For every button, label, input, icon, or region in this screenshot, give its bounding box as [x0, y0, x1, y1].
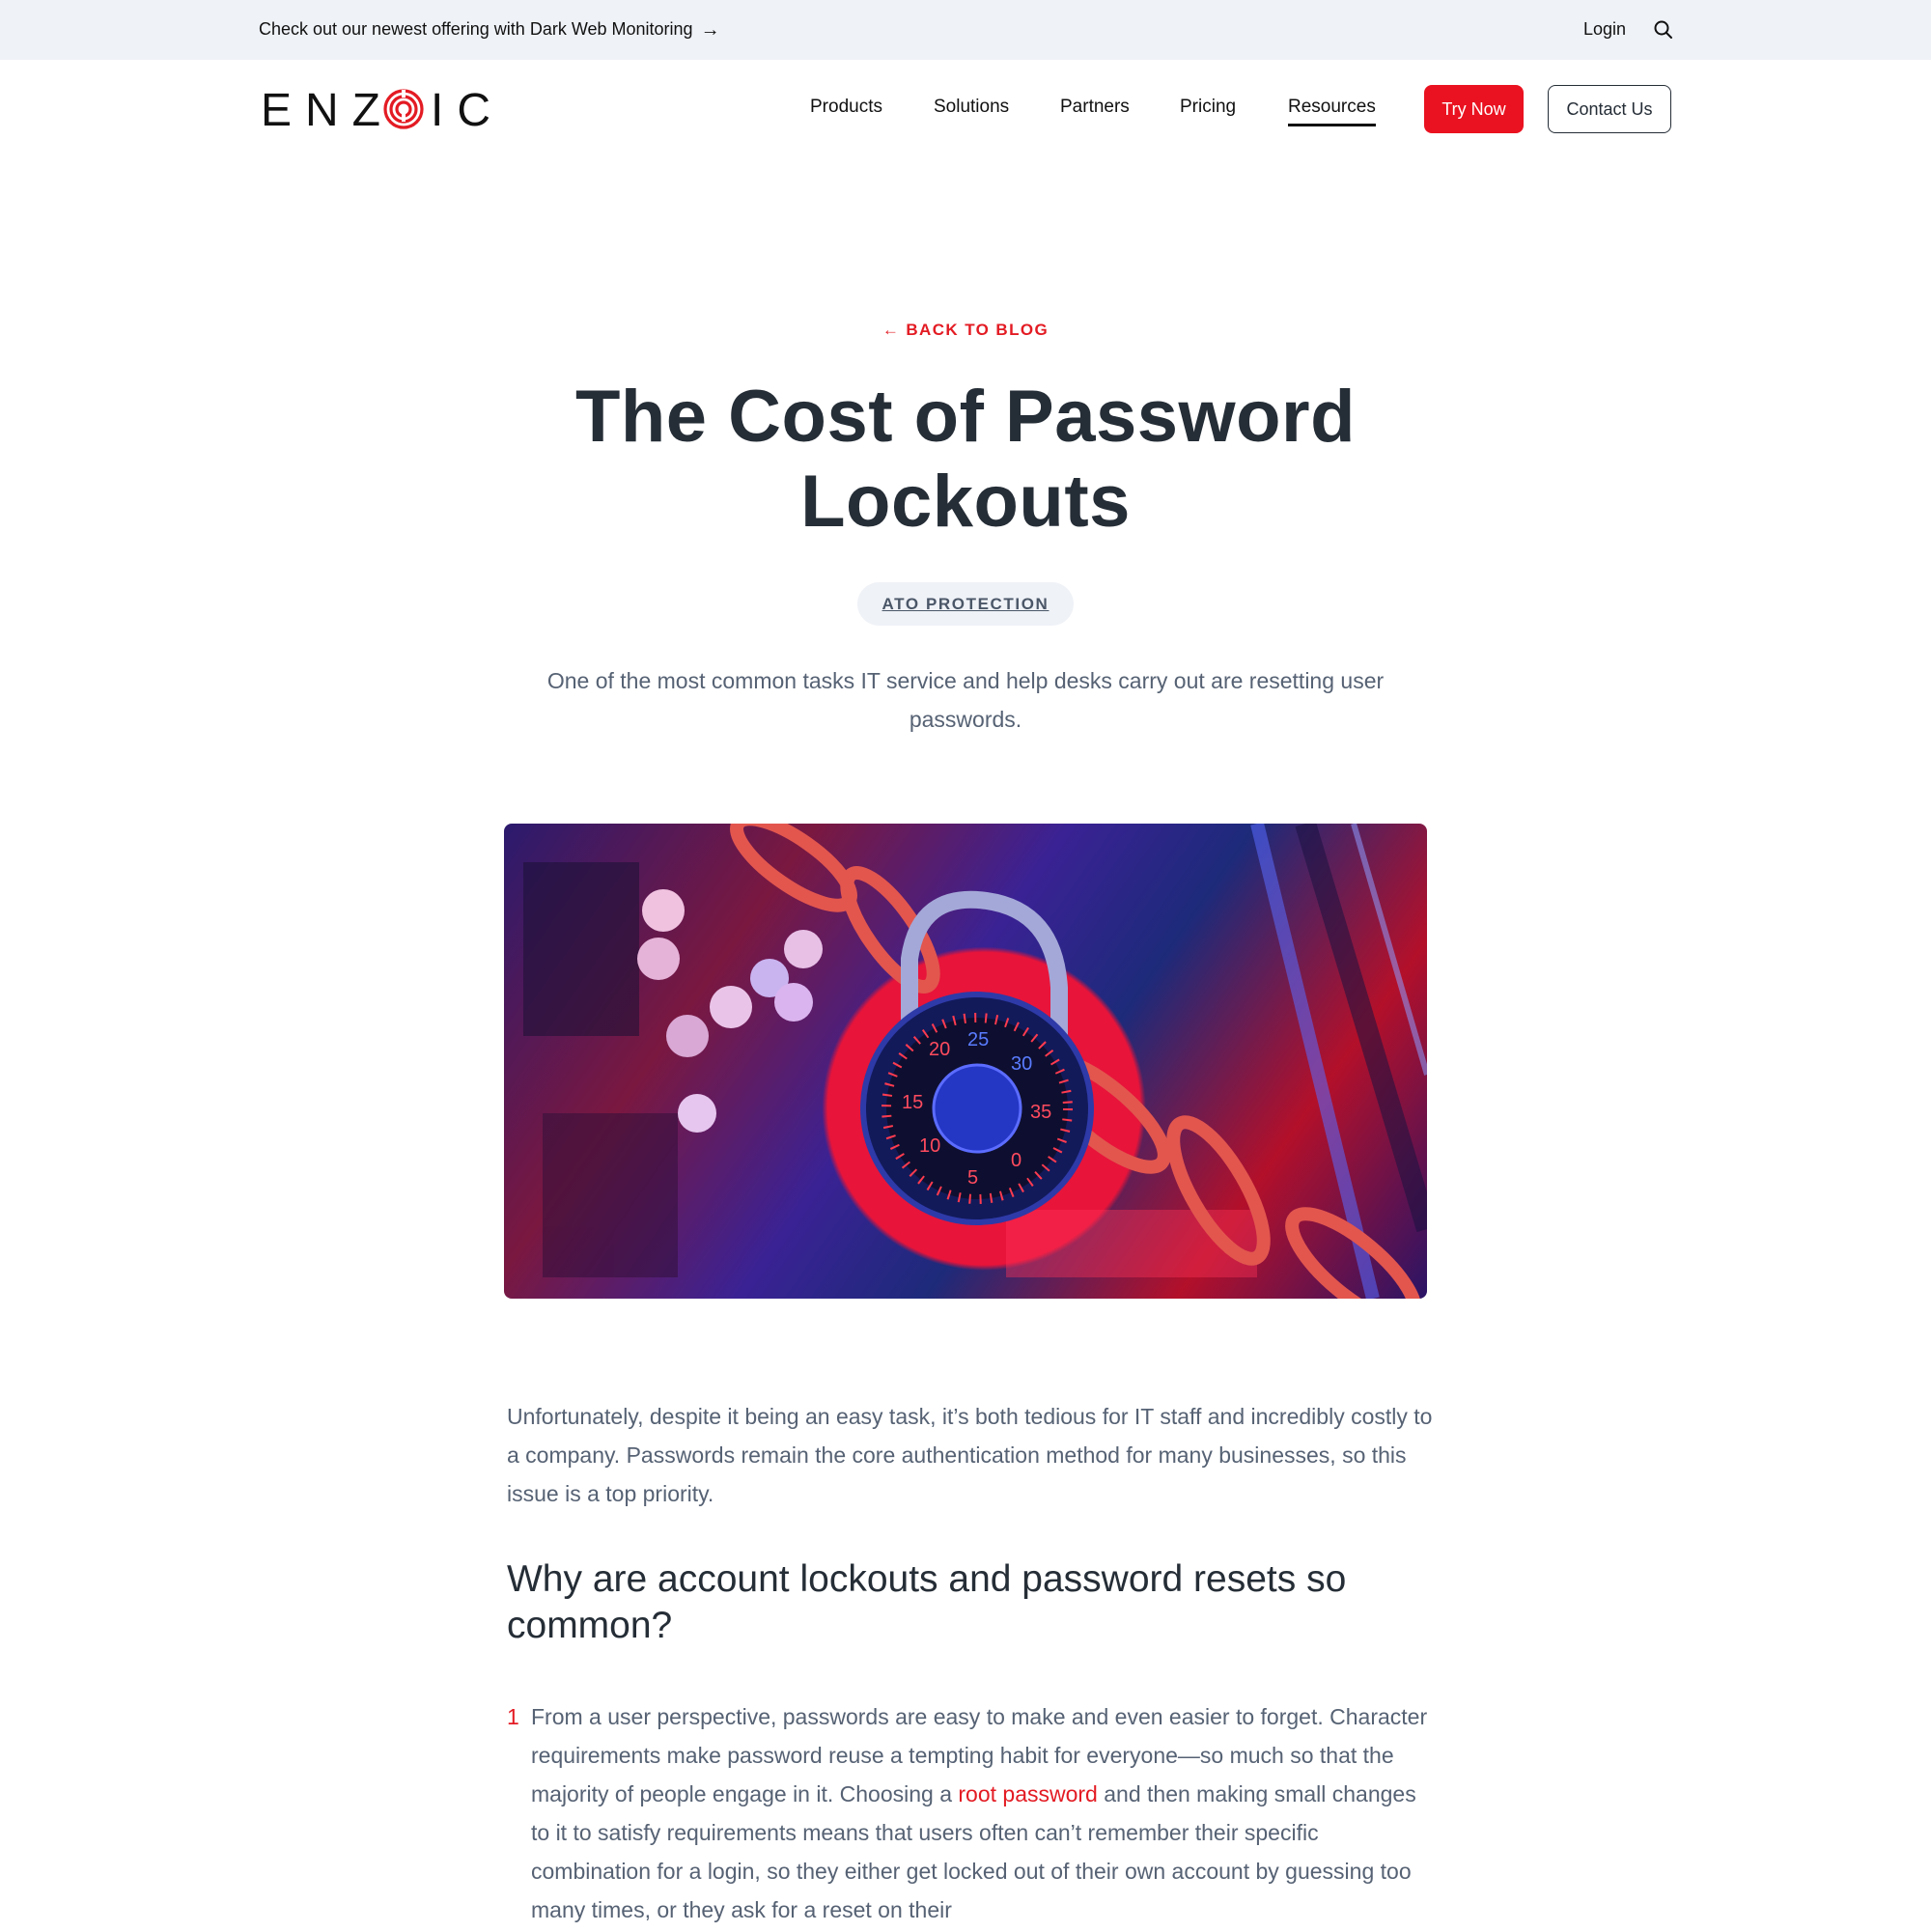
back-to-blog-link[interactable]: ← BACK TO BLOG: [0, 321, 1931, 340]
section-heading: Why are account lockouts and password re…: [507, 1558, 1347, 1646]
svg-text:5: 5: [967, 1167, 978, 1189]
svg-text:0: 0: [1011, 1150, 1021, 1171]
promo-text: Check out our newest offering with Dark …: [259, 19, 693, 39]
nav-products[interactable]: Products: [810, 97, 882, 118]
svg-text:35: 35: [1030, 1102, 1051, 1123]
promo-link[interactable]: Check out our newest offering with Dark …: [259, 19, 720, 40]
category-tag[interactable]: ATO PROTECTION: [857, 582, 1074, 626]
nav-solutions[interactable]: Solutions: [934, 97, 1009, 118]
logo-target-icon: [383, 89, 424, 129]
search-icon[interactable]: [1653, 19, 1674, 41]
announcement-bar: Check out our newest offering with Dark …: [0, 0, 1931, 60]
svg-text:25: 25: [967, 1029, 989, 1050]
hero-image: 20 25 30 35 0 5 10 15: [504, 824, 1427, 1299]
contact-us-button[interactable]: Contact Us: [1548, 85, 1671, 133]
article-lead: One of the most common tasks IT service …: [546, 668, 1385, 732]
nav-resources[interactable]: Resources: [1288, 97, 1376, 126]
list-item-text: From a user perspective, passwords are e…: [531, 1704, 1428, 1922]
capacitors: [637, 889, 823, 1133]
list-number: 1: [507, 1704, 519, 1729]
svg-text:15: 15: [902, 1092, 923, 1113]
svg-text:10: 10: [919, 1135, 940, 1157]
back-to-blog-label: BACK TO BLOG: [906, 321, 1049, 339]
list-item: 1 From a user perspective, passwords are…: [507, 1697, 1434, 1929]
root-password-link[interactable]: root password: [958, 1781, 1097, 1806]
combination-dial: 20 25 30 35 0 5 10 15: [860, 992, 1094, 1225]
svg-text:30: 30: [1011, 1053, 1032, 1075]
main-navigation: ENZ IC Products Solutions Partners Prici…: [0, 60, 1931, 156]
try-now-button[interactable]: Try Now: [1424, 85, 1524, 133]
enzoic-logo[interactable]: ENZ IC: [261, 85, 490, 136]
arrow-right-icon: →: [700, 18, 720, 41]
logo-text-left: ENZ: [261, 87, 394, 131]
login-link[interactable]: Login: [1583, 19, 1626, 40]
nav-partners[interactable]: Partners: [1060, 97, 1130, 118]
article-title: The Cost of Password Lockouts: [574, 376, 1357, 543]
svg-text:20: 20: [929, 1039, 950, 1060]
article-paragraph: Unfortunately, despite it being an easy …: [507, 1404, 1433, 1506]
nav-pricing[interactable]: Pricing: [1180, 97, 1236, 118]
logo-text-right: IC: [431, 87, 489, 131]
arrow-left-icon: ←: [882, 321, 901, 339]
